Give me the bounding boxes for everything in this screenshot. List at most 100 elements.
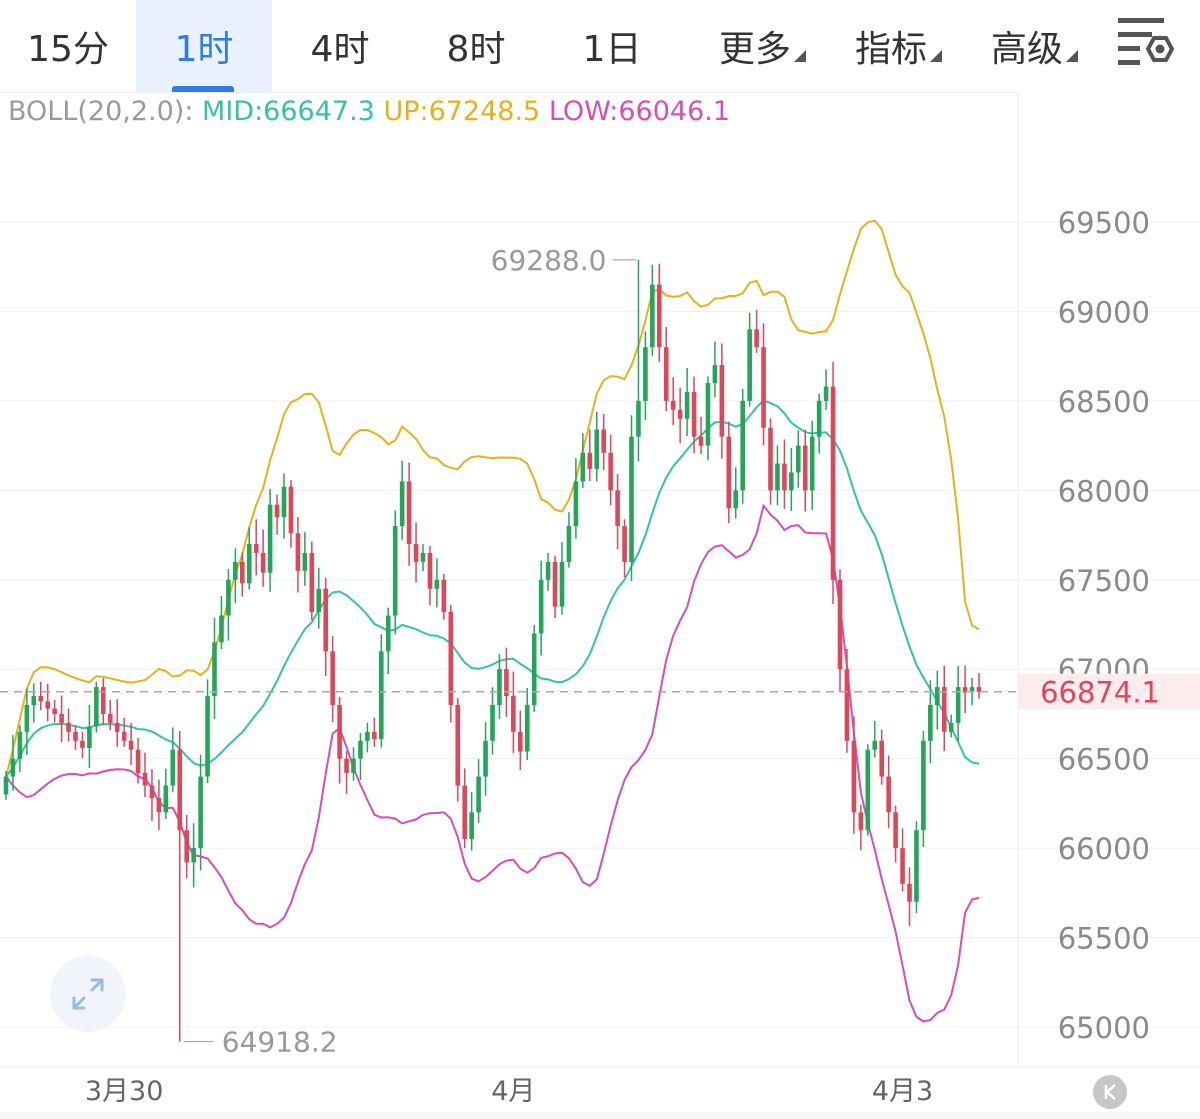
candle-down [323, 588, 328, 652]
candle-down [837, 579, 843, 670]
candle-up [545, 561, 551, 580]
candle-up [469, 812, 474, 840]
candle-down [851, 740, 857, 813]
y-tick-label: 66000 [1058, 832, 1150, 866]
candle-down [802, 445, 808, 491]
candle-up [566, 526, 572, 562]
candle-down [274, 504, 280, 518]
candle-down [240, 561, 245, 584]
candle-down [260, 552, 266, 573]
y-tick-label: 68000 [1058, 474, 1150, 508]
candle-up [733, 490, 739, 509]
candle-down [726, 436, 732, 509]
candle-down [657, 284, 662, 348]
candle-down [413, 544, 419, 562]
candle-down [114, 722, 120, 732]
candle-down [601, 429, 606, 453]
candle-up [705, 383, 711, 446]
kline-toggle-icon[interactable] [1093, 1075, 1127, 1109]
candle-down [38, 696, 44, 702]
candle-up [816, 400, 822, 437]
candle-up [914, 830, 919, 902]
high-marker-label: 69288.0 [491, 244, 607, 277]
tab-label: 指标 [854, 29, 927, 70]
dropdown-triangle-icon [794, 50, 806, 62]
candle-up [267, 504, 273, 573]
candle-down [45, 701, 50, 709]
candle-up [872, 740, 878, 750]
candle-up [629, 436, 634, 562]
candle-down [80, 740, 85, 748]
candle-up [789, 472, 794, 491]
candle-up [747, 329, 752, 401]
candle-up [935, 687, 940, 705]
expand-arrows-icon [72, 978, 104, 1010]
x-tick-label: 4月3 [872, 1076, 933, 1107]
candle-down [337, 705, 342, 759]
candle-down [900, 848, 905, 884]
candle-up [476, 776, 481, 813]
candle-down [677, 409, 683, 419]
candle-up [24, 705, 30, 732]
candle-down [663, 347, 669, 401]
tab-label: 更多 [718, 29, 791, 70]
candle-up [246, 544, 252, 584]
candle-down [142, 772, 148, 786]
candle-down [406, 481, 412, 544]
candle-up [3, 776, 9, 795]
candle-up [531, 633, 537, 705]
candle-down [879, 740, 884, 777]
candle-down [761, 347, 766, 428]
candle-up [302, 552, 308, 571]
candle-up [650, 284, 655, 348]
candle-down [156, 798, 162, 813]
candle-down [754, 329, 759, 348]
tab-label: 高级 [990, 29, 1063, 70]
tab-1hour[interactable]: 1时 [136, 0, 272, 92]
y-tick-label: 66500 [1058, 743, 1150, 777]
candle-down [698, 436, 704, 446]
candle-down [149, 785, 155, 799]
candle-up [580, 452, 586, 482]
current-price-label: 66874.1 [1040, 676, 1160, 710]
tab-advanced[interactable]: 高级 [972, 0, 1082, 92]
candle-down [441, 579, 447, 612]
candle-down [295, 533, 301, 571]
candle-up [379, 651, 384, 739]
sub-indicator-strip [0, 1112, 1200, 1119]
candle-down [344, 758, 349, 773]
tab-4hour[interactable]: 4时 [272, 0, 408, 92]
candle-down [511, 696, 516, 732]
expand-fullscreen-button[interactable] [50, 956, 126, 1032]
candle-down [844, 669, 850, 741]
candle-up [198, 776, 203, 849]
tab-8hour[interactable]: 8时 [408, 0, 544, 92]
candle-up [559, 561, 565, 607]
candle-up [420, 552, 426, 562]
candle-up [524, 705, 530, 752]
candle-down [253, 544, 259, 553]
candle-up [170, 749, 176, 786]
candle-down [670, 400, 676, 410]
candle-up [643, 347, 648, 401]
chart-settings-icon[interactable] [1110, 10, 1180, 80]
tab-1day[interactable]: 1日 [544, 0, 680, 92]
candle-up [385, 615, 391, 652]
candle-up [316, 588, 322, 612]
candle-down [782, 463, 787, 491]
candle-down [462, 785, 467, 840]
candle-up [365, 731, 370, 741]
tab-more[interactable]: 更多 [700, 0, 810, 92]
candle-up [948, 722, 954, 732]
tab-15min[interactable]: 15分 [0, 0, 136, 92]
candle-up [573, 481, 579, 527]
candle-up [281, 486, 287, 518]
candle-up [191, 848, 196, 863]
y-tick-label: 65500 [1058, 922, 1150, 956]
candle-down [135, 749, 141, 773]
candlestick-chart[interactable]: 6500065500660006650067000675006800068500… [0, 92, 1200, 1112]
tab-indicators[interactable]: 指标 [836, 0, 946, 92]
candle-down [719, 365, 725, 437]
candle-down [121, 731, 127, 741]
candle-up [809, 436, 815, 491]
